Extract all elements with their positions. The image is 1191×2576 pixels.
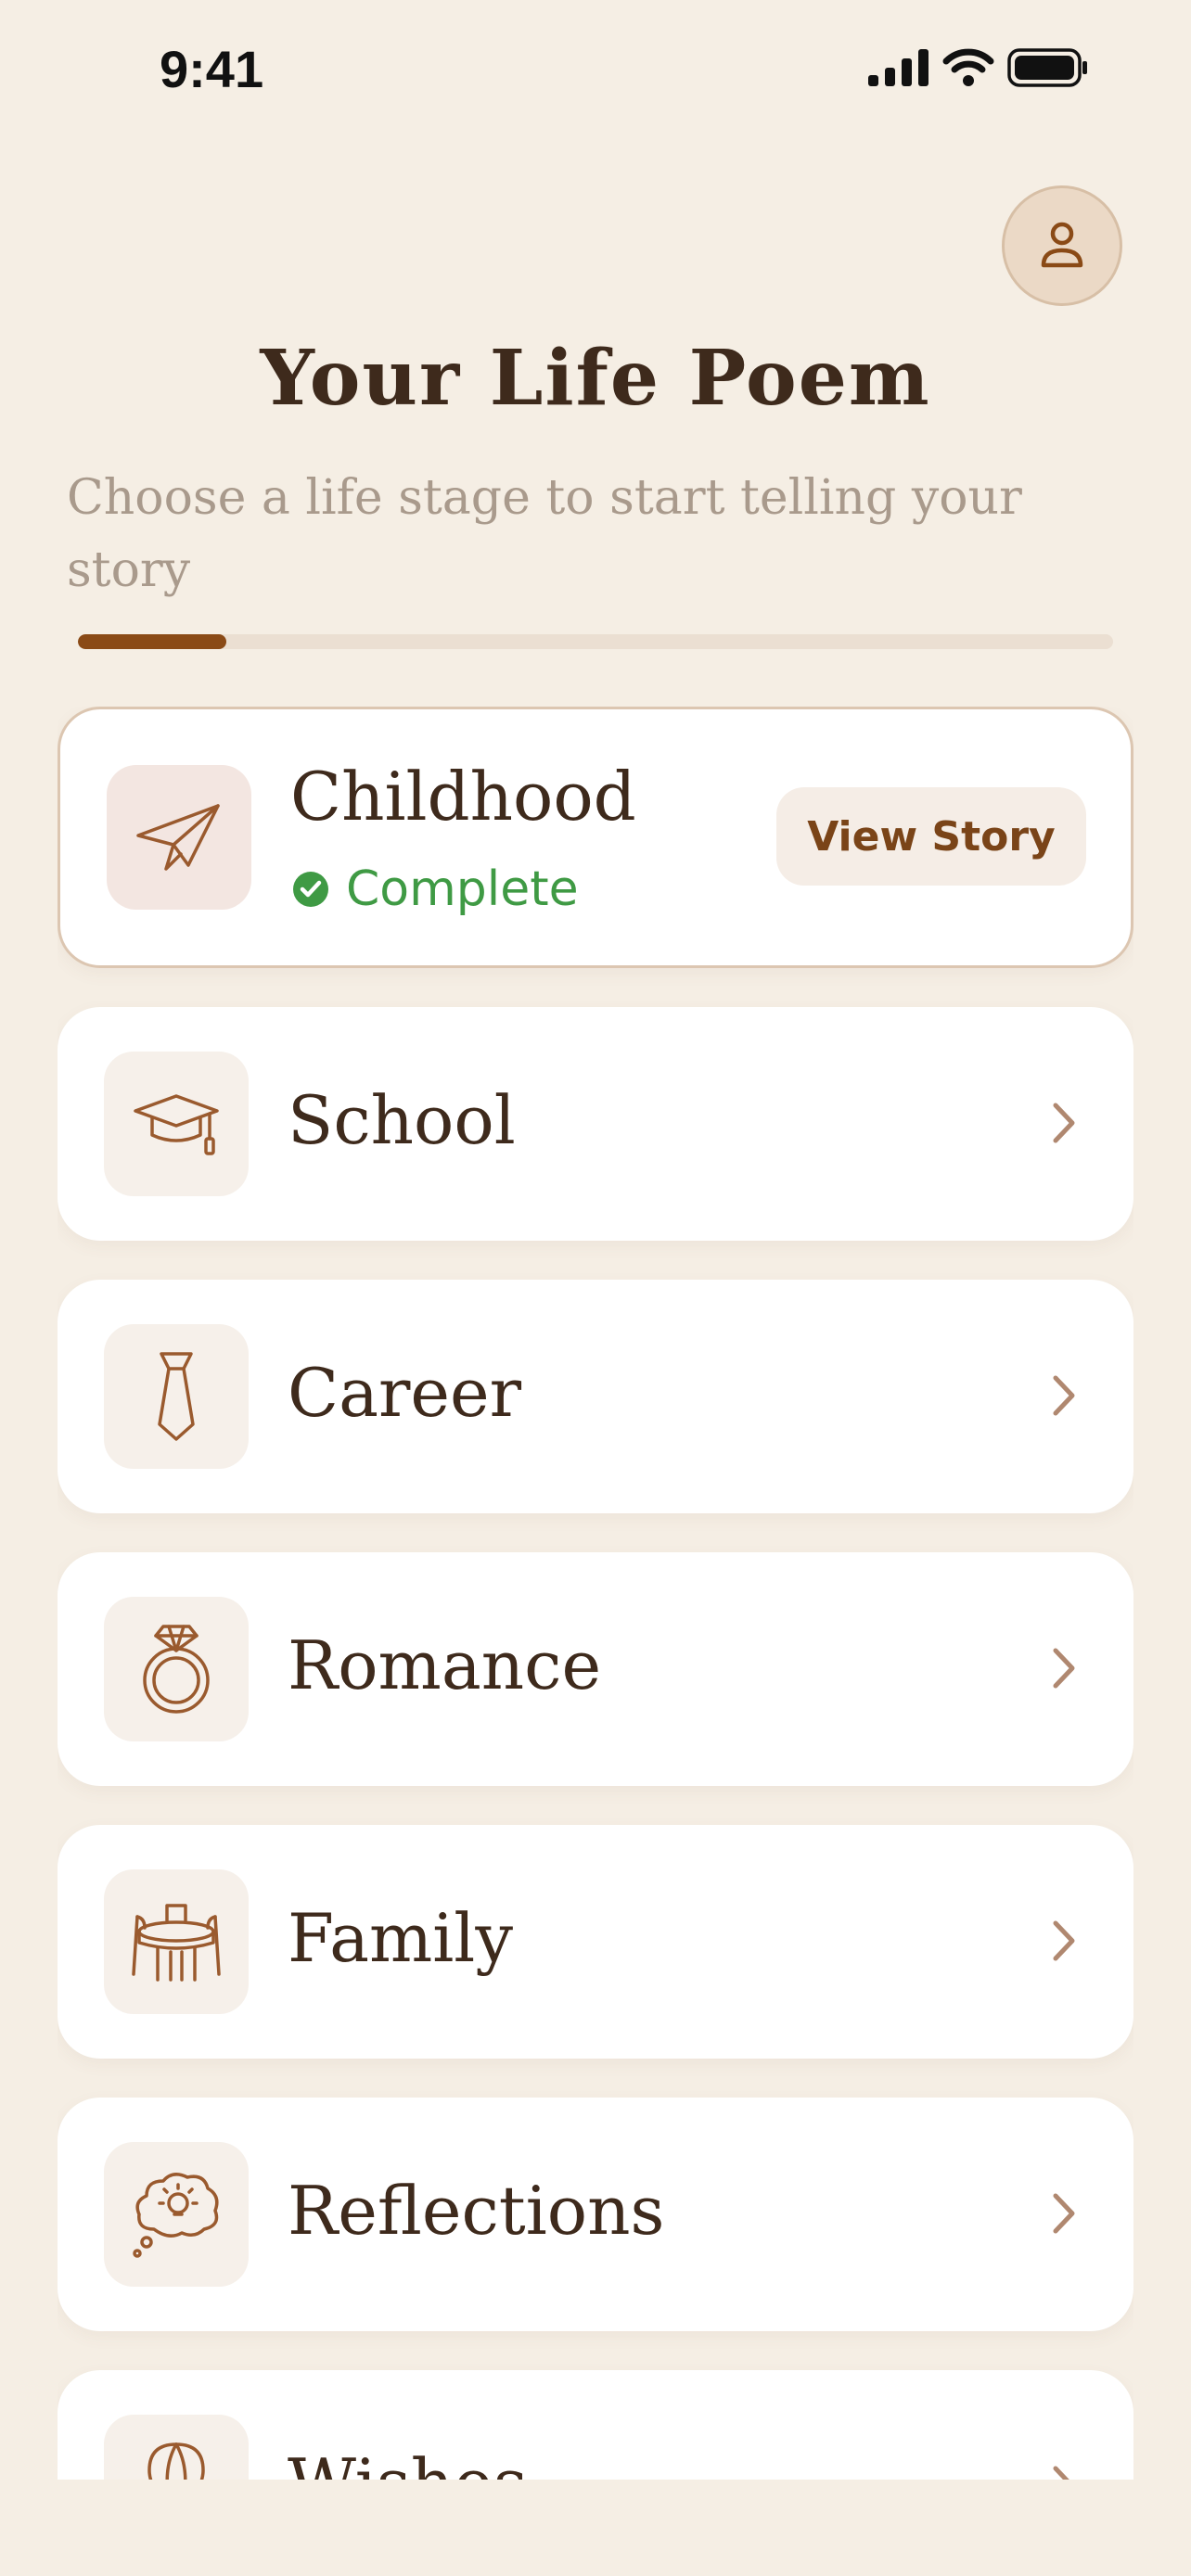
view-story-button[interactable]: View Story <box>776 787 1086 886</box>
chevron-right-icon <box>1053 2466 1069 2480</box>
stage-icon-tile <box>104 1052 249 1196</box>
stage-label: Reflections <box>288 2172 665 2250</box>
stage-label: Wishes <box>288 2444 528 2480</box>
profile-button[interactable] <box>1002 185 1122 306</box>
stage-label: Romance <box>288 1626 602 1704</box>
page-subtitle: Choose a life stage to start telling you… <box>67 470 1022 598</box>
necktie-icon <box>158 1352 195 1441</box>
stage-status: Complete <box>292 861 579 917</box>
status-time: 9:41 <box>160 40 264 98</box>
stage-card-family[interactable]: Family <box>58 1825 1133 2059</box>
cellular-signal-icon <box>868 49 928 86</box>
thought-bubble-icon <box>133 2173 219 2258</box>
chevron-right-icon <box>1053 1103 1075 1143</box>
life-stage-list: Childhood Complete View Story School Car… <box>58 707 1133 2480</box>
stage-icon-tile <box>104 2142 249 2287</box>
stage-card-childhood[interactable]: Childhood Complete View Story <box>58 707 1133 968</box>
stage-label: Career <box>288 1354 522 1432</box>
progress-bar <box>78 634 1113 649</box>
diamond-ring-icon <box>143 1625 210 1714</box>
stage-label: Family <box>288 1899 513 1977</box>
stage-card-school[interactable]: School <box>58 1007 1133 1241</box>
graduation-cap-icon <box>134 1094 219 1155</box>
stage-card-romance[interactable]: Romance <box>58 1552 1133 1786</box>
hot-air-balloon-icon <box>147 2442 205 2480</box>
status-complete-label: Complete <box>346 861 579 917</box>
page-title: Your Life Poem <box>260 334 931 423</box>
dining-table-icon <box>132 1904 221 1982</box>
chevron-right-icon <box>1053 1648 1075 1689</box>
status-icons <box>868 48 1089 87</box>
stage-icon-tile <box>104 2415 249 2480</box>
stage-icon-tile <box>107 765 251 910</box>
stage-card-career[interactable]: Career <box>58 1280 1133 1513</box>
paper-plane-icon <box>136 804 220 871</box>
user-icon <box>1041 222 1083 268</box>
status-bar: 9:41 <box>0 0 1191 139</box>
check-circle-icon <box>293 872 328 907</box>
stage-label: Childhood <box>290 758 636 835</box>
wifi-icon <box>942 48 994 86</box>
stage-card-reflections[interactable]: Reflections <box>58 2098 1133 2331</box>
stage-icon-tile <box>104 1869 249 2014</box>
battery-icon <box>1007 48 1087 87</box>
stage-icon-tile <box>104 1324 249 1469</box>
chevron-right-icon <box>1053 2193 1075 2234</box>
stage-card-wishes[interactable]: Wishes <box>58 2370 1133 2480</box>
stage-icon-tile <box>104 1597 249 1741</box>
stage-label: School <box>288 1081 516 1159</box>
progress-fill <box>78 634 226 649</box>
chevron-right-icon <box>1053 1920 1075 1961</box>
chevron-right-icon <box>1053 1375 1075 1416</box>
